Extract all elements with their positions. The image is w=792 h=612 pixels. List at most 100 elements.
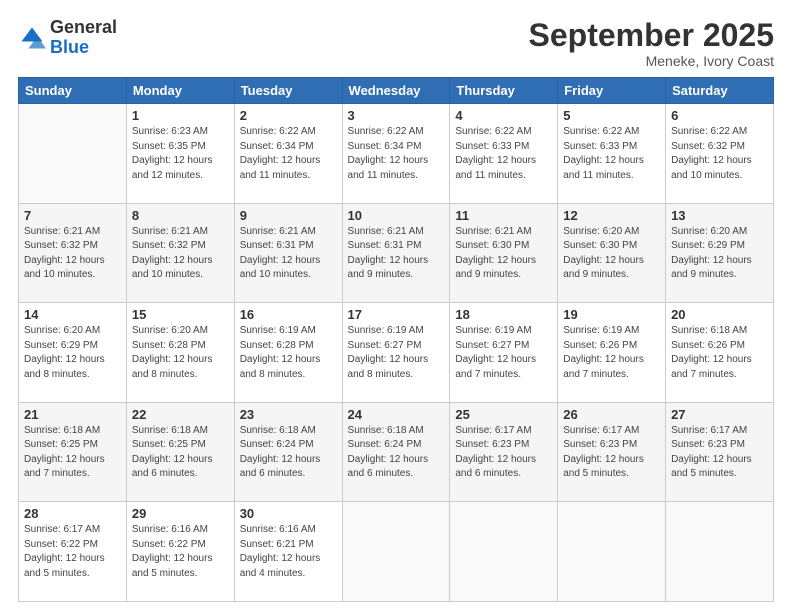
day-number: 12	[563, 208, 660, 223]
day-info: Sunrise: 6:21 AM Sunset: 6:32 PM Dayligh…	[24, 225, 121, 283]
calendar-cell: 24 Sunrise: 6:18 AM Sunset: 6:24 PM Dayli…	[342, 402, 450, 502]
calendar-cell: 17Sunrise: 6:19 AM Sunset: 6:27 PM Dayli…	[342, 303, 450, 403]
calendar-cell: 23 Sunrise: 6:18 AM Sunset: 6:24 PM Dayli…	[234, 402, 342, 502]
month-title: September 2025	[529, 18, 774, 53]
day-number: 18	[455, 307, 552, 322]
day-number: 26	[563, 407, 660, 422]
day-info: Sunrise: 6:18 AM Sunset: 6:24 PM Dayligh…	[348, 424, 445, 482]
calendar-cell: 27 Sunrise: 6:17 AM Sunset: 6:23 PM Dayli…	[666, 402, 774, 502]
calendar-cell	[19, 104, 127, 204]
calendar-cell: 12 Sunrise: 6:20 AM Sunset: 6:30 PM Dayli…	[558, 203, 666, 303]
calendar-cell: 21Sunrise: 6:18 AM Sunset: 6:25 PM Dayli…	[19, 402, 127, 502]
day-info: Sunrise: 6:18 AM Sunset: 6:26 PM Dayligh…	[671, 324, 768, 382]
weekday-header-wednesday: Wednesday	[342, 78, 450, 104]
day-info: Sunrise: 6:19 AM Sunset: 6:28 PM Dayligh…	[240, 324, 337, 382]
calendar-cell: 30Sunrise: 6:16 AM Sunset: 6:21 PM Dayli…	[234, 502, 342, 602]
day-number: 22	[132, 407, 229, 422]
day-info: Sunrise: 6:17 AM Sunset: 6:23 PM Dayligh…	[455, 424, 552, 482]
day-number: 13	[671, 208, 768, 223]
day-info: Sunrise: 6:21 AM Sunset: 6:31 PM Dayligh…	[240, 225, 337, 283]
day-info: Sunrise: 6:18 AM Sunset: 6:24 PM Dayligh…	[240, 424, 337, 482]
day-number: 5	[563, 108, 660, 123]
calendar-cell	[342, 502, 450, 602]
day-number: 8	[132, 208, 229, 223]
calendar-cell: 25 Sunrise: 6:17 AM Sunset: 6:23 PM Dayli…	[450, 402, 558, 502]
calendar-cell: 15Sunrise: 6:20 AM Sunset: 6:28 PM Dayli…	[126, 303, 234, 403]
day-info: Sunrise: 6:23 AM Sunset: 6:35 PM Dayligh…	[132, 125, 229, 183]
day-number: 4	[455, 108, 552, 123]
logo-icon	[18, 24, 46, 52]
day-number: 28	[24, 506, 121, 521]
day-number: 27	[671, 407, 768, 422]
logo-blue: Blue	[50, 37, 89, 57]
location-subtitle: Meneke, Ivory Coast	[529, 53, 774, 69]
day-info: Sunrise: 6:22 AM Sunset: 6:33 PM Dayligh…	[563, 125, 660, 183]
week-row-5: 28 Sunrise: 6:17 AM Sunset: 6:22 PM Dayli…	[19, 502, 774, 602]
calendar-cell: 3 Sunrise: 6:22 AM Sunset: 6:34 PM Daylig…	[342, 104, 450, 204]
day-number: 25	[455, 407, 552, 422]
calendar-cell: 22Sunrise: 6:18 AM Sunset: 6:25 PM Dayli…	[126, 402, 234, 502]
day-info: Sunrise: 6:19 AM Sunset: 6:27 PM Dayligh…	[455, 324, 552, 382]
calendar-cell: 1 Sunrise: 6:23 AM Sunset: 6:35 PM Daylig…	[126, 104, 234, 204]
day-info: Sunrise: 6:20 AM Sunset: 6:29 PM Dayligh…	[671, 225, 768, 283]
day-number: 17	[348, 307, 445, 322]
day-info: Sunrise: 6:17 AM Sunset: 6:22 PM Dayligh…	[24, 523, 121, 581]
day-info: Sunrise: 6:20 AM Sunset: 6:30 PM Dayligh…	[563, 225, 660, 283]
day-number: 3	[348, 108, 445, 123]
day-info: Sunrise: 6:22 AM Sunset: 6:32 PM Dayligh…	[671, 125, 768, 183]
day-info: Sunrise: 6:16 AM Sunset: 6:21 PM Dayligh…	[240, 523, 337, 581]
calendar-cell	[450, 502, 558, 602]
calendar-table: SundayMondayTuesdayWednesdayThursdayFrid…	[18, 77, 774, 602]
weekday-header-thursday: Thursday	[450, 78, 558, 104]
calendar-cell: 19Sunrise: 6:19 AM Sunset: 6:26 PM Dayli…	[558, 303, 666, 403]
logo-general: General	[50, 17, 117, 37]
calendar-cell: 2 Sunrise: 6:22 AM Sunset: 6:34 PM Daylig…	[234, 104, 342, 204]
calendar-cell: 18 Sunrise: 6:19 AM Sunset: 6:27 PM Dayli…	[450, 303, 558, 403]
day-number: 19	[563, 307, 660, 322]
day-number: 23	[240, 407, 337, 422]
calendar-cell: 28 Sunrise: 6:17 AM Sunset: 6:22 PM Dayli…	[19, 502, 127, 602]
day-number: 6	[671, 108, 768, 123]
calendar-cell	[666, 502, 774, 602]
weekday-header-saturday: Saturday	[666, 78, 774, 104]
calendar-cell	[558, 502, 666, 602]
week-row-4: 21Sunrise: 6:18 AM Sunset: 6:25 PM Dayli…	[19, 402, 774, 502]
logo: General Blue	[18, 18, 117, 58]
week-row-2: 7 Sunrise: 6:21 AM Sunset: 6:32 PM Daylig…	[19, 203, 774, 303]
day-number: 9	[240, 208, 337, 223]
day-number: 7	[24, 208, 121, 223]
day-number: 20	[671, 307, 768, 322]
calendar-cell: 11Sunrise: 6:21 AM Sunset: 6:30 PM Dayli…	[450, 203, 558, 303]
day-info: Sunrise: 6:18 AM Sunset: 6:25 PM Dayligh…	[24, 424, 121, 482]
calendar-page: General Blue September 2025 Meneke, Ivor…	[0, 0, 792, 612]
day-info: Sunrise: 6:17 AM Sunset: 6:23 PM Dayligh…	[671, 424, 768, 482]
calendar-cell: 14 Sunrise: 6:20 AM Sunset: 6:29 PM Dayli…	[19, 303, 127, 403]
calendar-cell: 10Sunrise: 6:21 AM Sunset: 6:31 PM Dayli…	[342, 203, 450, 303]
day-info: Sunrise: 6:20 AM Sunset: 6:29 PM Dayligh…	[24, 324, 121, 382]
day-info: Sunrise: 6:20 AM Sunset: 6:28 PM Dayligh…	[132, 324, 229, 382]
day-number: 16	[240, 307, 337, 322]
calendar-cell: 6 Sunrise: 6:22 AM Sunset: 6:32 PM Daylig…	[666, 104, 774, 204]
day-number: 1	[132, 108, 229, 123]
calendar-cell: 4 Sunrise: 6:22 AM Sunset: 6:33 PM Daylig…	[450, 104, 558, 204]
day-info: Sunrise: 6:21 AM Sunset: 6:31 PM Dayligh…	[348, 225, 445, 283]
day-number: 24	[348, 407, 445, 422]
day-info: Sunrise: 6:21 AM Sunset: 6:32 PM Dayligh…	[132, 225, 229, 283]
day-info: Sunrise: 6:22 AM Sunset: 6:33 PM Dayligh…	[455, 125, 552, 183]
day-number: 2	[240, 108, 337, 123]
weekday-header-friday: Friday	[558, 78, 666, 104]
calendar-cell: 20 Sunrise: 6:18 AM Sunset: 6:26 PM Dayli…	[666, 303, 774, 403]
week-row-1: 1 Sunrise: 6:23 AM Sunset: 6:35 PM Daylig…	[19, 104, 774, 204]
calendar-cell: 26 Sunrise: 6:17 AM Sunset: 6:23 PM Dayli…	[558, 402, 666, 502]
day-number: 11	[455, 208, 552, 223]
day-info: Sunrise: 6:17 AM Sunset: 6:23 PM Dayligh…	[563, 424, 660, 482]
day-info: Sunrise: 6:22 AM Sunset: 6:34 PM Dayligh…	[348, 125, 445, 183]
weekday-header-tuesday: Tuesday	[234, 78, 342, 104]
header: General Blue September 2025 Meneke, Ivor…	[18, 18, 774, 69]
day-info: Sunrise: 6:16 AM Sunset: 6:22 PM Dayligh…	[132, 523, 229, 581]
day-info: Sunrise: 6:22 AM Sunset: 6:34 PM Dayligh…	[240, 125, 337, 183]
day-number: 29	[132, 506, 229, 521]
weekday-header-row: SundayMondayTuesdayWednesdayThursdayFrid…	[19, 78, 774, 104]
weekday-header-sunday: Sunday	[19, 78, 127, 104]
day-number: 14	[24, 307, 121, 322]
